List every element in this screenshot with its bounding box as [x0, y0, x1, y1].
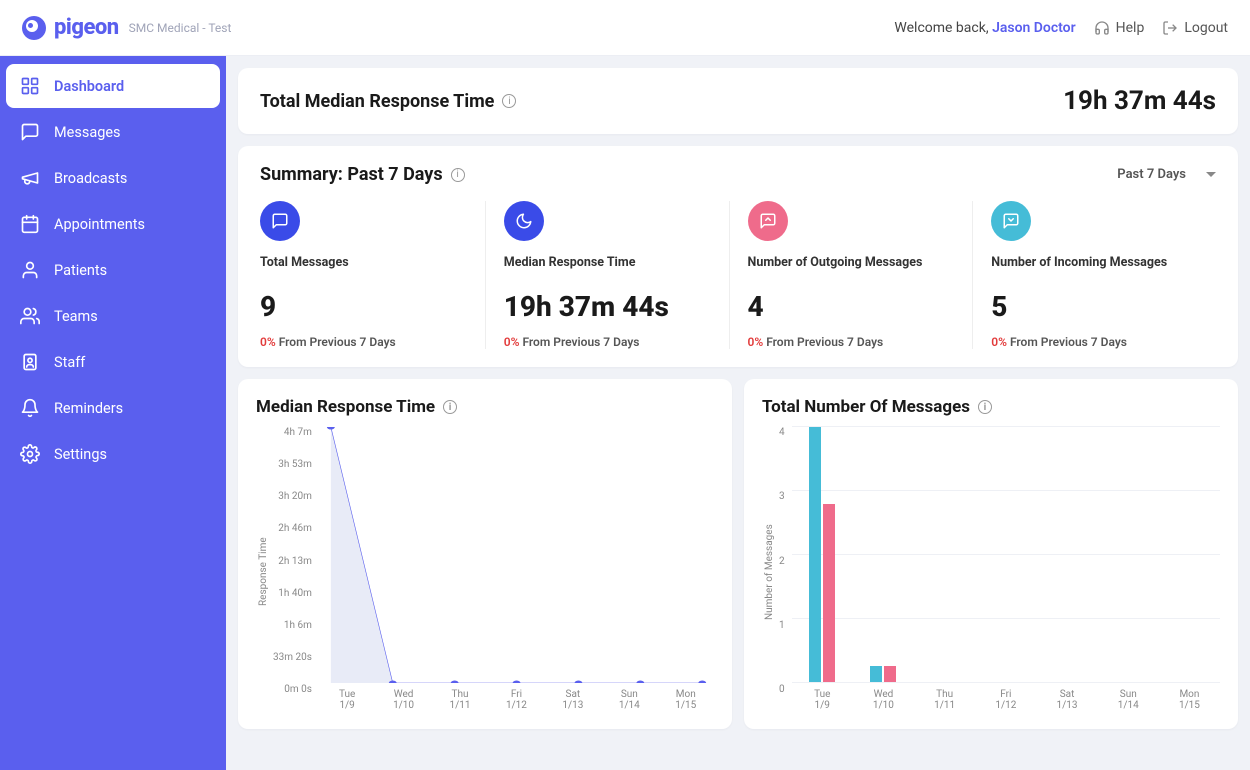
x-axis-ticks: Tue1/9Wed1/10Thu1/11Fri1/12Sat1/13Sun1/1… [319, 683, 714, 717]
stat-value: 5 [991, 290, 1198, 323]
total-median-value: 19h 37m 44s [1063, 86, 1216, 116]
y-axis-label: Response Time [256, 427, 271, 717]
bar-plot: Tue1/9Wed1/10Thu1/11Fri1/12Sat1/13Sun1/1… [791, 427, 1220, 717]
bar-slot [1036, 427, 1097, 683]
nav-label: Staff [54, 354, 85, 371]
bar-slot [853, 427, 914, 683]
stat-total-messages: Total Messages 9 0% From Previous 7 Days [260, 201, 485, 349]
teams-icon [20, 306, 40, 326]
bar-slot [914, 427, 975, 683]
sidebar-item-dashboard[interactable]: Dashboard [6, 64, 220, 108]
y-axis-ticks: 43210 [777, 427, 791, 717]
logout-link[interactable]: Logout [1162, 20, 1228, 36]
welcome-text: Welcome back, Jason Doctor [894, 20, 1075, 36]
stat-number-of-incoming-messages: Number of Incoming Messages 5 0% From Prev… [972, 201, 1216, 349]
bar-slot [975, 427, 1036, 683]
stat-label: Median Response Time [504, 255, 711, 270]
total-median-card: Total Median Response Time i 19h 37m 44s [238, 68, 1238, 134]
nav-label: Patients [54, 262, 107, 279]
stat-delta: 0% From Previous 7 Days [748, 335, 955, 349]
sidebar-item-teams[interactable]: Teams [6, 294, 220, 338]
bar-incoming [870, 666, 882, 682]
sidebar-item-broadcasts[interactable]: Broadcasts [6, 156, 220, 200]
nav-label: Settings [54, 446, 107, 463]
patients-icon [20, 260, 40, 280]
stat-label: Total Messages [260, 255, 467, 270]
chart-title: Total Number Of Messages [762, 397, 970, 417]
sidebar-item-messages[interactable]: Messages [6, 110, 220, 154]
incoming-icon [991, 201, 1031, 241]
stat-median-response-time: Median Response Time 19h 37m 44s 0% From P… [485, 201, 729, 349]
info-icon[interactable]: i [451, 168, 465, 182]
bar-slot [792, 427, 853, 683]
sidebar-item-reminders[interactable]: Reminders [6, 386, 220, 430]
broadcasts-icon [20, 168, 40, 188]
chevron-down-icon [1206, 172, 1216, 177]
stat-value: 4 [748, 290, 955, 323]
help-link[interactable]: Help [1094, 20, 1145, 36]
staff-icon [20, 352, 40, 372]
period-select[interactable]: Past 7 Days [1117, 167, 1216, 182]
sidebar: Dashboard Messages Broadcasts Appointments P… [0, 56, 226, 770]
sidebar-item-staff[interactable]: Staff [6, 340, 220, 384]
x-axis-ticks: Tue1/9Wed1/10Thu1/11Fri1/12Sat1/13Sun1/1… [792, 683, 1220, 717]
stat-delta: 0% From Previous 7 Days [991, 335, 1198, 349]
info-icon[interactable]: i [502, 94, 516, 108]
outgoing-icon [748, 201, 788, 241]
bar-outgoing [823, 504, 835, 683]
logo-mark-icon [22, 16, 46, 40]
nav-label: Broadcasts [54, 170, 127, 187]
headphones-icon [1094, 20, 1110, 36]
sidebar-item-settings[interactable]: Settings [6, 432, 220, 476]
moon-icon [504, 201, 544, 241]
reminders-icon [20, 398, 40, 418]
stat-value: 19h 37m 44s [504, 290, 711, 323]
stat-value: 9 [260, 290, 467, 323]
bar-slot [1159, 427, 1220, 683]
stat-label: Number of Incoming Messages [991, 255, 1198, 270]
main: Total Median Response Time i 19h 37m 44s… [226, 56, 1250, 770]
info-icon[interactable]: i [443, 400, 457, 414]
tenant-name: SMC Medical - Test [129, 21, 232, 35]
stat-label: Number of Outgoing Messages [748, 255, 955, 270]
nav-label: Messages [54, 124, 121, 141]
nav-label: Dashboard [54, 78, 124, 95]
nav-label: Reminders [54, 400, 123, 417]
logo[interactable]: pigeon [22, 15, 119, 40]
nav-label: Teams [54, 308, 98, 325]
y-axis-label: Number of Messages [762, 427, 777, 717]
chart-title: Median Response Time [256, 397, 435, 417]
chat-icon [260, 201, 300, 241]
summary-card: Summary: Past 7 Days i Past 7 Days Total… [238, 146, 1238, 367]
bar-outgoing [884, 666, 896, 682]
logo-text: pigeon [54, 15, 119, 40]
messages-icon [20, 122, 40, 142]
bar-slot [1098, 427, 1159, 683]
user-name[interactable]: Jason Doctor [992, 20, 1076, 36]
stat-number-of-outgoing-messages: Number of Outgoing Messages 4 0% From Prev… [729, 201, 973, 349]
stat-delta: 0% From Previous 7 Days [504, 335, 711, 349]
info-icon[interactable]: i [978, 400, 992, 414]
header: pigeon SMC Medical - Test Welcome back, … [0, 0, 1250, 56]
logout-icon [1162, 20, 1178, 36]
total-median-title: Total Median Response Time [260, 91, 494, 112]
nav-label: Appointments [54, 216, 145, 233]
appointments-icon [20, 214, 40, 234]
sidebar-item-patients[interactable]: Patients [6, 248, 220, 292]
median-response-chart: Median Response Time i Response Time 4h 7… [238, 379, 732, 729]
dashboard-icon [20, 76, 40, 96]
total-messages-chart: Total Number Of Messages i Number of Mess… [744, 379, 1238, 729]
sidebar-item-appointments[interactable]: Appointments [6, 202, 220, 246]
bar-incoming [809, 427, 821, 682]
summary-title: Summary: Past 7 Days [260, 164, 443, 185]
settings-icon [20, 444, 40, 464]
y-axis-ticks: 4h 7m3h 53m3h 20m2h 46m2h 13m1h 40m1h 6m… [271, 427, 318, 717]
stat-delta: 0% From Previous 7 Days [260, 335, 467, 349]
line-plot: Tue1/9Wed1/10Thu1/11Fri1/12Sat1/13Sun1/1… [318, 427, 714, 717]
